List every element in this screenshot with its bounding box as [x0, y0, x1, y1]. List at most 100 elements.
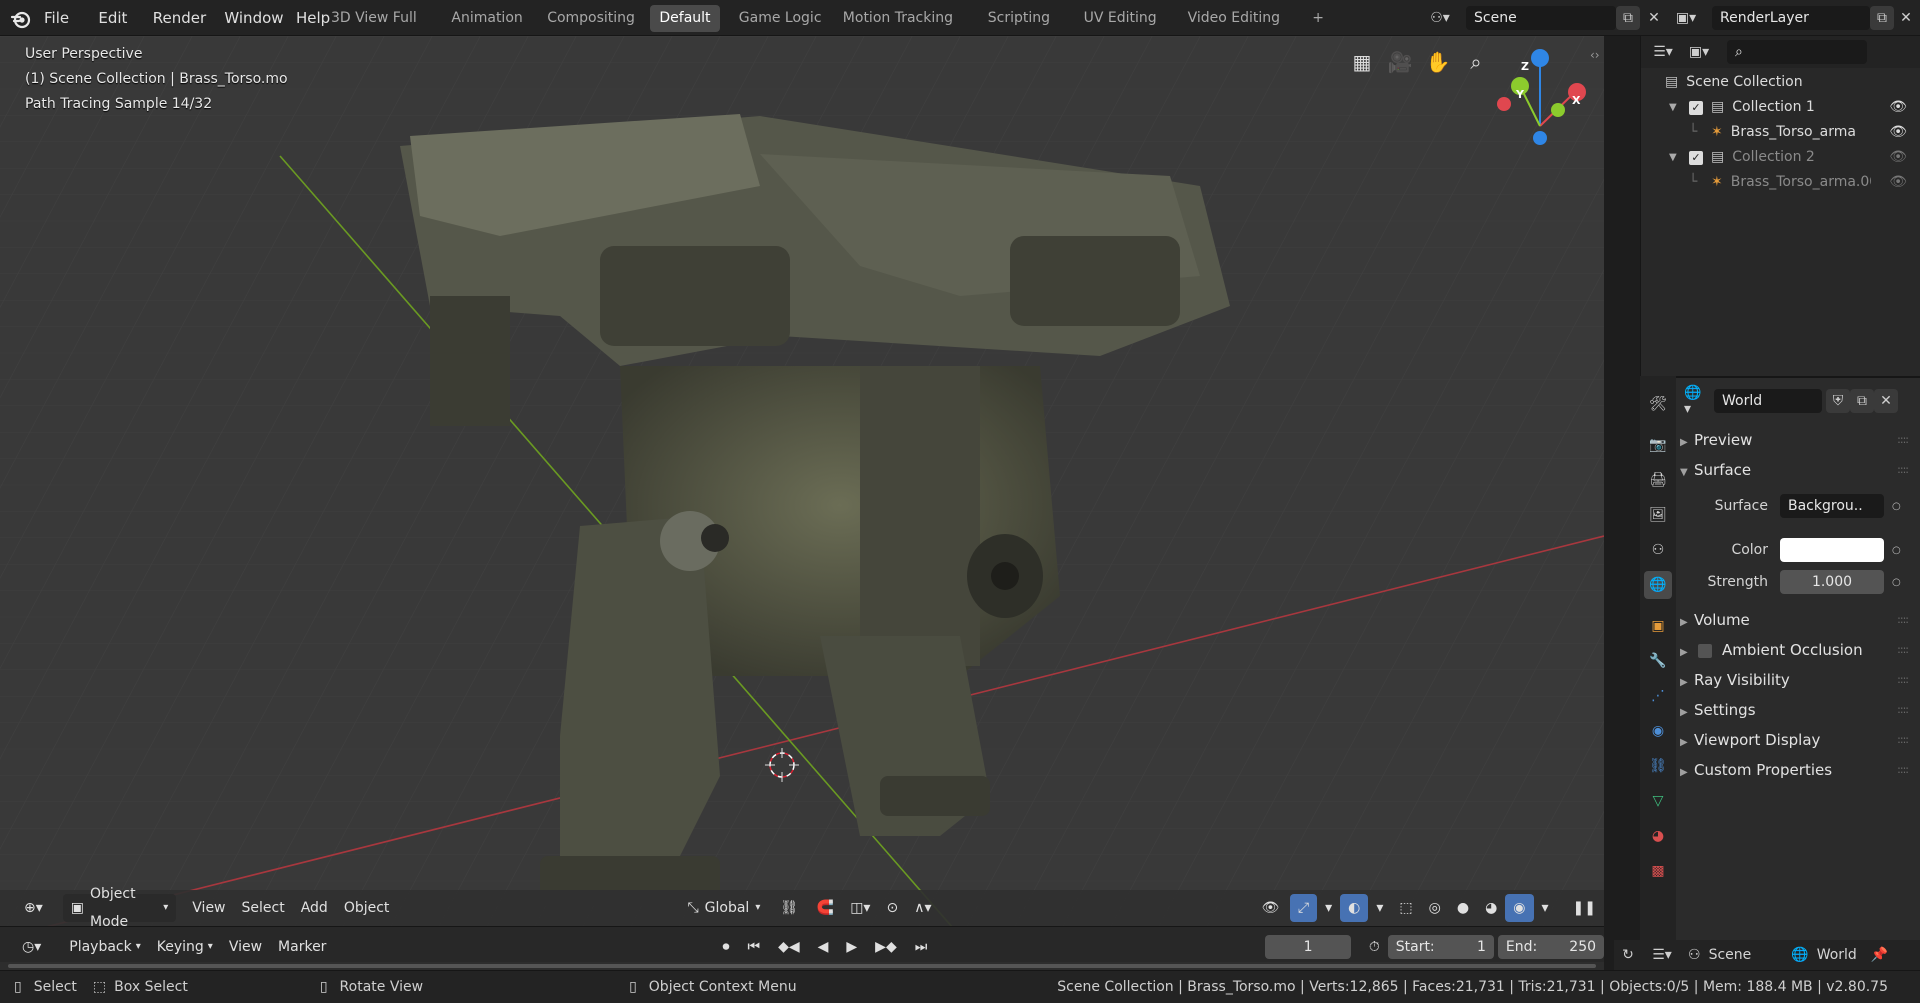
view-layer-field[interactable]: RenderLayer — [1712, 6, 1870, 30]
world-name-field[interactable]: World — [1714, 389, 1822, 413]
viewport-menu-select[interactable]: Select — [234, 894, 293, 922]
eye-visibility-icon[interactable]: 👁 — [1889, 170, 1907, 195]
eye-visibility-icon[interactable]: 👁 — [1889, 120, 1907, 145]
timeline-editor-type-icon[interactable]: ◷▾ — [14, 933, 49, 961]
editor-type-icon[interactable]: ⊕▾ — [16, 894, 51, 922]
drag-handle-icon[interactable]: :::: — [1897, 755, 1909, 785]
proportional-edit-icon[interactable]: ⊙ — [878, 894, 906, 922]
workspace-tab-compositing[interactable]: Compositing — [538, 5, 644, 32]
falloff-icon[interactable]: ∧▾ — [906, 894, 939, 922]
pause-render-icon[interactable]: ❚❚ — [1565, 894, 1604, 922]
transform-orientation-dropdown[interactable]: ⤡ Global ▾ — [679, 894, 768, 922]
play-reverse-icon[interactable]: ◀ — [810, 933, 837, 961]
overlay-dropdown-icon[interactable]: ▾ — [1368, 894, 1391, 922]
start-frame-field[interactable]: Start: 1 — [1387, 934, 1494, 959]
outliner-root-row[interactable]: ▤ Scene Collection — [1641, 70, 1920, 95]
jump-end-icon[interactable]: ⏭ — [907, 933, 936, 961]
stopwatch-icon[interactable]: ⏱ — [1361, 933, 1388, 961]
menu-window[interactable]: Window — [214, 0, 293, 36]
drag-handle-icon[interactable]: :::: — [1897, 455, 1909, 485]
workspace-tab-uv-editing[interactable]: UV Editing — [1075, 5, 1166, 32]
auto-keying-icon[interactable]: ⏺ — [714, 933, 737, 961]
strength-field[interactable]: 1.000 — [1780, 570, 1884, 594]
node-link-icon[interactable]: ○ — [1892, 545, 1901, 556]
display-mode-icon[interactable]: ▣▾ — [1687, 40, 1711, 64]
pivot-point-icon[interactable]: ⛓▾ — [772, 894, 808, 944]
material-shading-icon[interactable]: ◕ — [1477, 894, 1505, 922]
panel-volume[interactable]: ▶ Volume:::: — [1680, 605, 1916, 635]
object-tab-icon[interactable]: ▣ — [1644, 612, 1672, 640]
outliner-object-row[interactable]: └ ✶ Brass_Torso_arma 👁 — [1641, 120, 1920, 145]
play-icon[interactable]: ▶ — [838, 933, 865, 961]
timeline-scrub-area[interactable] — [0, 962, 1604, 970]
outliner-collection-row[interactable]: ▼ ✓ ▤ Collection 1 👁 — [1641, 95, 1920, 120]
workspace-tab-animation[interactable]: Animation — [442, 5, 531, 32]
constraints-tab-icon[interactable]: ⛓ — [1644, 752, 1672, 780]
node-link-icon[interactable]: ○ — [1892, 501, 1901, 512]
sidebar-toggle-icon[interactable]: ‹› — [1590, 48, 1600, 62]
pin-icon[interactable]: 📌 — [1871, 947, 1888, 963]
viewport-menu-object[interactable]: Object — [336, 894, 398, 922]
data-tab-icon[interactable]: ▽ — [1644, 787, 1672, 815]
mode-dropdown[interactable]: ▣ Object Mode ▾ — [62, 886, 177, 930]
xray-icon[interactable]: ⬚ — [1391, 894, 1420, 922]
scene-delete-icon[interactable]: ✕ — [1642, 6, 1666, 30]
viewlayer-browse-icon[interactable]: ▣▾ — [1674, 6, 1698, 30]
render-tab-icon[interactable]: 📷 — [1644, 431, 1672, 459]
bottom-scene-label[interactable]: Scene — [1709, 947, 1752, 963]
menu-file[interactable]: File — [34, 0, 79, 36]
drag-handle-icon[interactable]: :::: — [1897, 695, 1909, 725]
eye-visibility-icon[interactable]: 👁 — [1889, 95, 1907, 120]
menu-render[interactable]: Render — [143, 0, 216, 36]
outliner-object-row[interactable]: └ ✶ Brass_Torso_arma.001 👁 — [1641, 170, 1920, 195]
node-link-icon[interactable]: ○ — [1892, 577, 1901, 588]
world-browse-icon[interactable]: 🌐▾ — [1684, 385, 1708, 417]
viewlayer-new-icon[interactable]: ⧉ — [1870, 6, 1894, 30]
wireframe-shading-icon[interactable]: ◎ — [1421, 894, 1449, 922]
fake-user-shield-icon[interactable]: ⛨ — [1826, 389, 1850, 413]
outliner-search-input[interactable]: ⌕ — [1727, 40, 1867, 64]
timeline-menu-view[interactable]: View — [221, 933, 270, 961]
workspace-tab-motion-tracking[interactable]: Motion Tracking — [834, 5, 962, 32]
particles-tab-icon[interactable]: ⋰ — [1644, 682, 1672, 710]
drag-handle-icon[interactable]: :::: — [1897, 635, 1909, 665]
solid-shading-icon[interactable]: ● — [1449, 894, 1477, 922]
expand-arrow-icon[interactable]: ▼ — [1669, 145, 1687, 170]
gizmo-toggle-icon[interactable]: ⤢ — [1289, 894, 1318, 922]
add-workspace-icon[interactable]: + — [1303, 5, 1333, 32]
panel-preview[interactable]: ▶ Preview:::: — [1680, 425, 1916, 455]
rendered-shading-icon[interactable]: ◉ — [1505, 894, 1534, 922]
panel-custom-properties[interactable]: ▶ Custom Properties:::: — [1680, 755, 1916, 785]
eye-visibility-icon[interactable]: 👁 — [1889, 145, 1907, 170]
drag-handle-icon[interactable]: :::: — [1897, 725, 1909, 755]
jump-start-icon[interactable]: ⏮ — [739, 933, 768, 961]
shading-dropdown-icon[interactable]: ▾ — [1534, 894, 1557, 922]
workspace-tab-3d-view-full[interactable]: 3D View Full — [322, 5, 426, 32]
expand-arrow-icon[interactable]: ▼ — [1669, 95, 1687, 120]
view-layer-tab-icon[interactable]: 🖼 — [1644, 501, 1672, 529]
current-frame-field[interactable]: 1 — [1265, 934, 1351, 959]
viewport-menu-view[interactable]: View — [184, 894, 233, 922]
drag-handle-icon[interactable]: :::: — [1897, 425, 1909, 455]
modifier-tab-icon[interactable]: 🔧 — [1644, 647, 1672, 675]
panel-ray-visibility[interactable]: ▶ Ray Visibility:::: — [1680, 665, 1916, 695]
bottom-world-label[interactable]: World — [1817, 947, 1857, 963]
tool-tab-icon[interactable]: 🛠 — [1644, 390, 1672, 418]
drag-handle-icon[interactable]: :::: — [1897, 665, 1909, 695]
drag-handle-icon[interactable]: :::: — [1897, 605, 1909, 635]
texture-tab-icon[interactable]: ▩ — [1644, 857, 1672, 885]
snap-target-icon[interactable]: ◫▾ — [842, 894, 878, 922]
enable-checkbox[interactable] — [1698, 643, 1712, 658]
end-frame-field[interactable]: End: 250 — [1497, 934, 1605, 959]
jump-keyframe-back-icon[interactable]: ◆◀ — [770, 933, 808, 961]
jump-keyframe-forward-icon[interactable]: ▶◆ — [867, 933, 905, 961]
world-unlink-icon[interactable]: ✕ — [1874, 389, 1898, 413]
gizmo-dropdown-icon[interactable]: ▾ — [1317, 894, 1340, 922]
blender-logo-icon[interactable] — [10, 8, 32, 30]
world-new-icon[interactable]: ⧉ — [1850, 389, 1874, 413]
output-tab-icon[interactable]: 🖨 — [1644, 466, 1672, 494]
timeline-menu-marker[interactable]: Marker — [270, 933, 334, 961]
camera-view-icon[interactable]: 🎥 — [1384, 46, 1416, 78]
viewport-menu-add[interactable]: Add — [293, 894, 336, 922]
workspace-tab-default[interactable]: Default — [650, 5, 720, 32]
